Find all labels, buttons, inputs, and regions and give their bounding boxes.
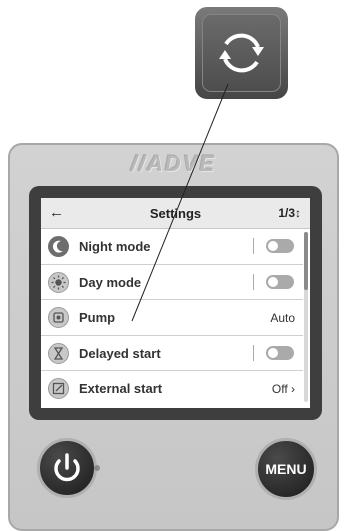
display-screen: ← Settings 1/3↕ Night mode Day mode Pump… [41, 198, 310, 408]
settings-list: Night mode Day mode Pump Auto Delayed st… [41, 229, 303, 407]
power-button[interactable] [37, 438, 97, 498]
list-item-external-start[interactable]: External start Off › [41, 371, 303, 407]
sun-icon [48, 271, 69, 293]
power-icon [54, 453, 80, 482]
page-title: Settings [149, 206, 202, 221]
scrollbar[interactable] [304, 232, 308, 402]
list-item-label: Night mode [79, 239, 151, 254]
moon-icon [48, 236, 69, 257]
brand-logo: //ADVE [130, 151, 217, 176]
list-item-pump[interactable]: Pump Auto [41, 300, 303, 336]
divider [253, 344, 254, 361]
pump-icon [48, 307, 69, 328]
external-start-icon [48, 378, 69, 399]
list-item-label: Day mode [79, 274, 142, 290]
pump-value: Auto [270, 311, 295, 325]
scroll-thumb[interactable] [304, 232, 308, 290]
list-item-night-mode[interactable]: Night mode [41, 229, 303, 265]
display-bezel: ← Settings 1/3↕ Night mode Day mode Pump… [29, 186, 322, 420]
delayed-start-toggle[interactable] [266, 345, 294, 360]
list-item-label: Delayed start [79, 345, 161, 361]
screen-header: ← Settings 1/3↕ [41, 198, 310, 229]
external-start-value: Off › [271, 382, 295, 396]
callout-refresh-button[interactable] [195, 7, 288, 99]
divider [253, 273, 254, 290]
list-item-delayed-start[interactable]: Delayed start [41, 336, 303, 371]
day-mode-toggle[interactable] [266, 274, 294, 289]
hourglass-icon [48, 342, 69, 364]
status-led [94, 465, 100, 471]
divider [253, 238, 254, 254]
control-panel-device: //ADVE ← Settings 1/3↕ Night mode Day mo… [8, 143, 339, 531]
page-indicator[interactable]: 1/3↕ [278, 206, 301, 220]
refresh-icon [219, 33, 264, 73]
list-item-day-mode[interactable]: Day mode [41, 265, 303, 300]
list-item-label: External start [79, 381, 163, 396]
night-mode-toggle[interactable] [266, 239, 294, 253]
menu-button[interactable]: MENU [255, 438, 317, 500]
list-item-label: Pump [79, 310, 116, 325]
